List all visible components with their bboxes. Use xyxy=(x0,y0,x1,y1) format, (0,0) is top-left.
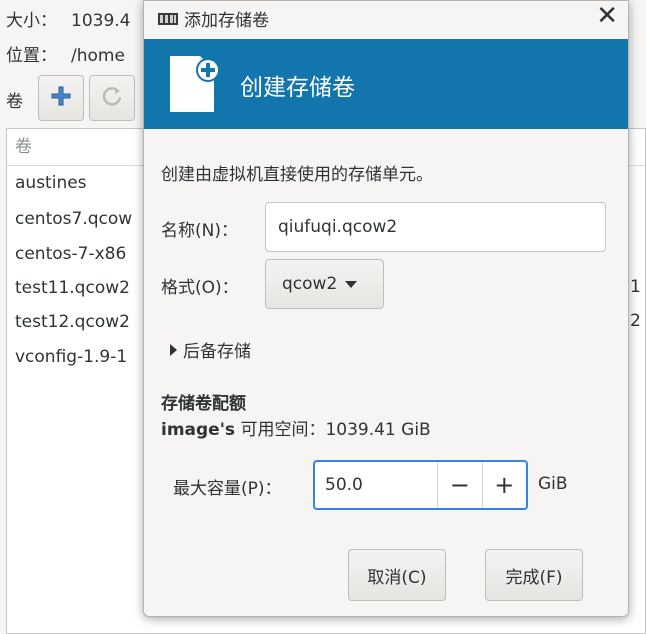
quota-title: 存储卷配额 xyxy=(161,394,246,414)
size-value: 1039.4 xyxy=(71,11,131,31)
size-row: 大小： 1039.4 xyxy=(6,6,144,31)
list-item[interactable]: austines xyxy=(15,173,87,193)
list-item[interactable]: centos-7-x86 xyxy=(15,244,126,264)
list-cell: 1 xyxy=(630,277,641,297)
pool-name: image's xyxy=(161,420,236,440)
new-document-icon xyxy=(166,52,224,121)
titlebar: 添加存储卷 ✕ xyxy=(144,1,628,39)
add-volume-dialog: 添加存储卷 ✕ 创建存储卷 创建由虚拟机直接使用的存储单元。 名称(N)： 格式… xyxy=(143,0,629,617)
backing-store-expander[interactable]: 后备存储 xyxy=(170,337,251,362)
size-label: 大小： xyxy=(6,11,57,31)
unit-label: GiB xyxy=(538,474,568,494)
list-item[interactable]: test11.qcow2 xyxy=(15,278,130,298)
dialog-title: 添加存储卷 xyxy=(184,11,269,31)
close-icon[interactable]: ✕ xyxy=(596,3,618,29)
name-label: 名称(N)： xyxy=(161,221,238,241)
available-text: 可用空间：1039.41 GiB xyxy=(240,420,431,440)
chevron-down-icon xyxy=(345,280,358,288)
app-icon xyxy=(158,10,178,30)
available-space: image's 可用空间：1039.41 GiB xyxy=(161,415,431,440)
max-capacity-label: 最大容量(P)： xyxy=(173,479,282,499)
list-item[interactable]: centos7.qcow xyxy=(15,209,132,229)
header-banner: 创建存储卷 xyxy=(144,39,628,129)
max-capacity-input[interactable] xyxy=(315,462,437,508)
description: 创建由虚拟机直接使用的存储单元。 xyxy=(161,165,433,185)
chevron-right-icon xyxy=(170,343,177,356)
refresh-button[interactable] xyxy=(89,75,135,121)
location-label: 位置： xyxy=(6,46,57,66)
list-item[interactable]: test12.qcow2 xyxy=(15,312,130,332)
format-value: qcow2 xyxy=(282,274,338,294)
add-volume-button[interactable] xyxy=(38,75,84,121)
format-dropdown[interactable]: qcow2 xyxy=(265,259,384,309)
name-input[interactable] xyxy=(265,202,606,252)
finish-button[interactable]: 完成(F) xyxy=(485,549,583,601)
location-row: 位置： /home xyxy=(6,41,139,66)
list-item[interactable]: vconfig-1.9-1 xyxy=(15,347,127,367)
plus-icon xyxy=(50,85,72,112)
location-value: /home xyxy=(71,46,125,66)
refresh-icon xyxy=(101,85,123,112)
cancel-button[interactable]: 取消(C) xyxy=(348,549,446,601)
max-capacity-spinbutton: − + xyxy=(313,460,528,510)
format-label: 格式(O)： xyxy=(161,278,239,298)
list-cell: 2 xyxy=(630,311,641,331)
increment-button[interactable]: + xyxy=(481,462,527,508)
banner-title: 创建存储卷 xyxy=(240,75,355,101)
volumes-label: 卷 xyxy=(6,92,23,112)
backing-store-label: 后备存储 xyxy=(183,342,251,362)
decrement-button[interactable]: − xyxy=(437,462,482,508)
